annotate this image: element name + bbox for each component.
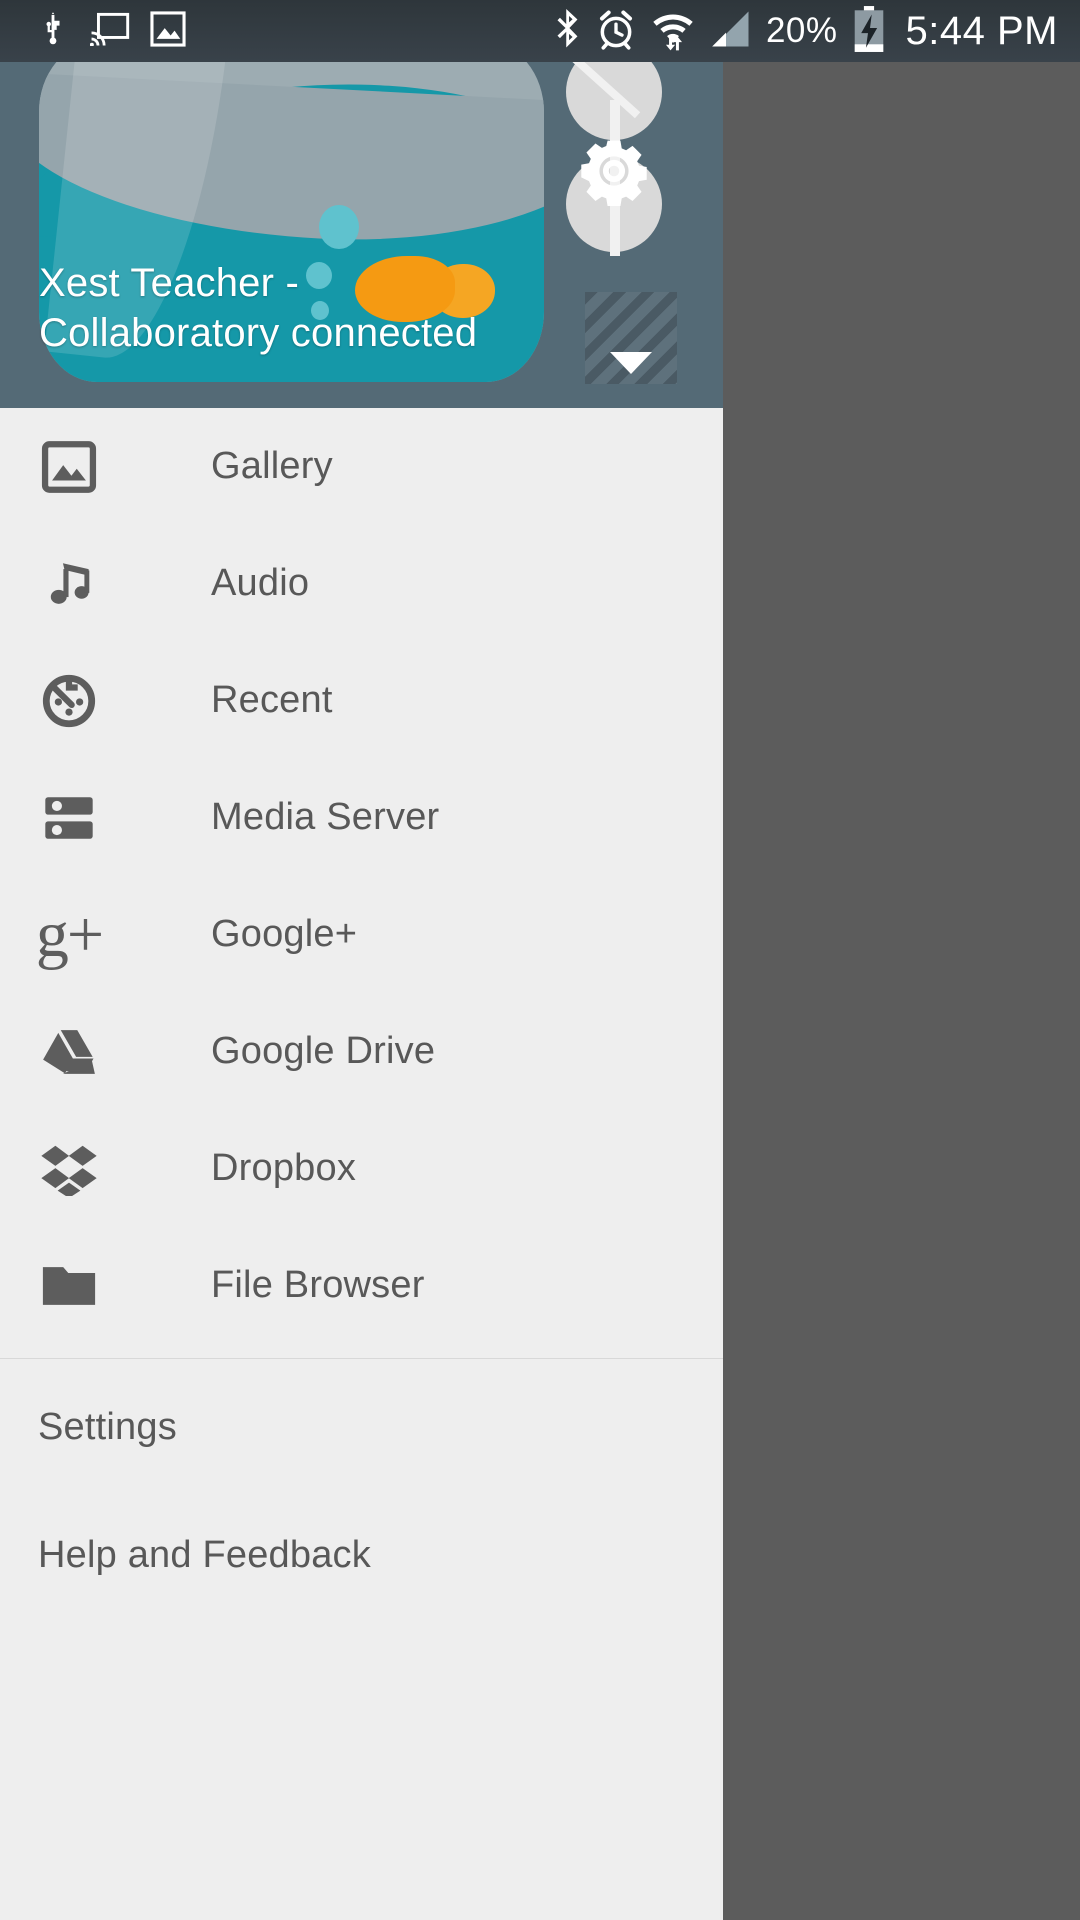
google-drive-icon xyxy=(38,1021,100,1083)
battery-charging-icon xyxy=(852,5,886,58)
folder-icon xyxy=(38,1255,100,1317)
clock-label: 5:44 PM xyxy=(905,8,1058,53)
dropbox-icon xyxy=(38,1138,100,1200)
drawer-item-label: Gallery xyxy=(211,445,333,487)
screen: 20% 5:44 PM Xest Teacher - Collaboratory… xyxy=(0,0,1080,1920)
account-caption: Xest Teacher - Collaboratory connected xyxy=(39,261,478,355)
cellular-signal-icon xyxy=(710,9,752,54)
chevron-down-icon[interactable] xyxy=(610,352,652,374)
account-switcher-button[interactable] xyxy=(585,292,677,384)
history-clock-icon xyxy=(38,670,100,732)
drawer-item-label: Audio xyxy=(211,562,310,604)
media-server-icon xyxy=(38,787,100,849)
drawer-item-media-server[interactable]: Media Server xyxy=(0,759,723,876)
music-note-icon xyxy=(38,553,100,615)
drawer-item-audio[interactable]: Audio xyxy=(0,525,723,642)
drawer-item-label: Google+ xyxy=(211,913,358,955)
google-plus-icon: g+ xyxy=(35,897,104,971)
drawer-item-label: Help and Feedback xyxy=(38,1533,371,1576)
bluetooth-icon xyxy=(554,8,582,55)
drawer-item-google-plus[interactable]: g+ Google+ xyxy=(0,876,723,993)
screenshot-image-icon xyxy=(150,10,186,52)
status-bar-right-icons: 20% 5:44 PM xyxy=(554,5,1080,58)
navigation-drawer: Xest Teacher - Collaboratory connected G… xyxy=(0,0,723,1920)
drawer-item-label: File Browser xyxy=(211,1264,425,1306)
alarm-icon xyxy=(596,8,636,55)
cast-screen-icon xyxy=(89,12,130,51)
drawer-item-label: Dropbox xyxy=(211,1147,357,1189)
drawer-item-recent[interactable]: Recent xyxy=(0,642,723,759)
gear-icon[interactable] xyxy=(579,136,649,211)
battery-percent-label: 20% xyxy=(765,11,838,50)
usb-icon xyxy=(36,9,70,54)
google-plus-glyph: g+ xyxy=(35,897,104,971)
status-bar-left-icons xyxy=(0,9,186,54)
gallery-image-icon xyxy=(38,436,100,498)
drawer-item-label: Recent xyxy=(211,679,333,721)
drawer-item-label: Media Server xyxy=(211,796,440,838)
status-bar: 20% 5:44 PM xyxy=(0,0,1080,62)
wifi-data-transfer-icon xyxy=(650,7,696,56)
bubble-large-icon xyxy=(319,205,359,249)
drawer-item-label: Settings xyxy=(38,1405,177,1448)
drawer-item-help-and-feedback[interactable]: Help and Feedback xyxy=(0,1495,723,1615)
drawer-item-google-drive[interactable]: Google Drive xyxy=(0,993,723,1110)
drawer-item-file-browser[interactable]: File Browser xyxy=(0,1227,723,1344)
account-switcher-area[interactable] xyxy=(554,40,673,256)
avatar-stack[interactable] xyxy=(554,40,662,256)
drawer-item-list: Gallery Audio Recent Media Server g+ Goo… xyxy=(0,408,723,1615)
drawer-item-label: Google Drive xyxy=(211,1030,436,1072)
drawer-item-settings[interactable]: Settings xyxy=(0,1359,723,1495)
drawer-item-dropbox[interactable]: Dropbox xyxy=(0,1110,723,1227)
drawer-item-gallery[interactable]: Gallery xyxy=(0,408,723,525)
